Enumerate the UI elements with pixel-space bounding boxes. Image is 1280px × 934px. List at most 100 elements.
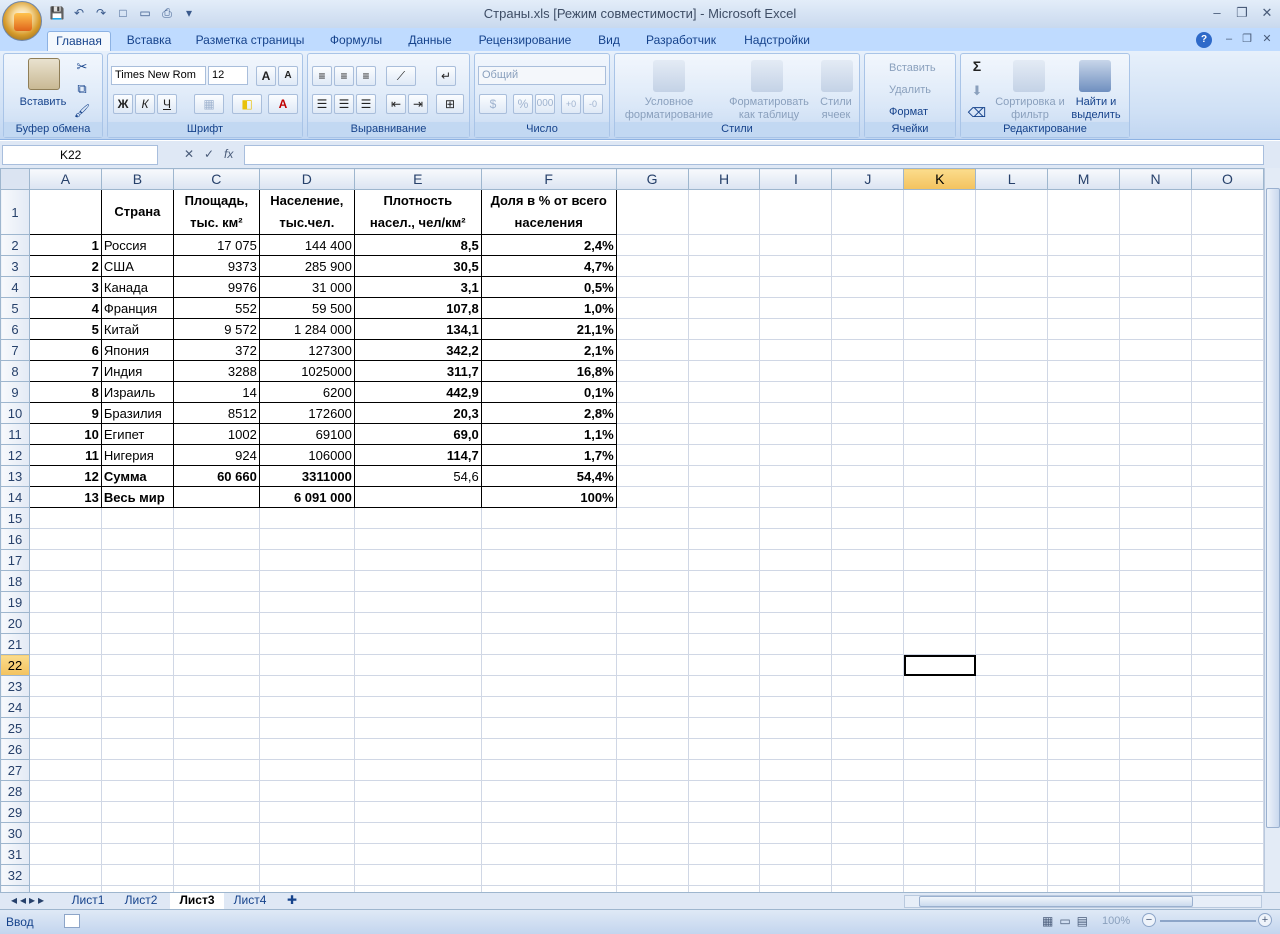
cell[interactable] [1190, 864, 1264, 886]
cell[interactable] [687, 444, 761, 466]
row-header[interactable]: 16 [0, 528, 30, 550]
cell[interactable] [687, 549, 761, 571]
cell[interactable] [1119, 339, 1192, 361]
cell[interactable] [903, 738, 977, 760]
cell[interactable] [975, 570, 1049, 592]
cell[interactable] [1190, 801, 1264, 823]
sheet-tab-1[interactable]: Лист1 [66, 893, 110, 909]
cell-density[interactable]: 69,0 [353, 423, 482, 445]
cell[interactable] [903, 360, 977, 382]
cell[interactable] [353, 864, 482, 886]
cell[interactable] [28, 654, 102, 676]
cell[interactable] [28, 591, 102, 613]
cell-share[interactable]: 54,4% [480, 465, 617, 487]
cell[interactable] [759, 297, 833, 319]
sheet-nav-icon[interactable]: ◂◂▸▸ [4, 893, 54, 909]
cell[interactable] [975, 297, 1049, 319]
cell-density[interactable]: 442,9 [353, 381, 482, 403]
tab-insert[interactable]: Вставка [118, 31, 180, 51]
align-bottom-icon[interactable]: ≡ [356, 66, 376, 86]
cell[interactable] [28, 759, 102, 781]
cell[interactable] [1190, 591, 1264, 613]
cell[interactable] [975, 780, 1049, 802]
cell[interactable] [687, 360, 761, 382]
cell[interactable] [903, 402, 977, 424]
cell[interactable] [687, 654, 761, 676]
cell[interactable] [759, 633, 833, 655]
cell[interactable] [615, 339, 689, 361]
scroll-thumb[interactable] [919, 896, 1193, 907]
cell-country[interactable]: Индия [100, 360, 174, 382]
cell[interactable] [172, 696, 260, 718]
row-header[interactable]: 19 [0, 591, 30, 613]
tab-page-layout[interactable]: Разметка страницы [190, 31, 310, 51]
cell[interactable] [353, 696, 482, 718]
cell[interactable] [1190, 318, 1264, 340]
cell[interactable] [687, 234, 761, 256]
cell[interactable] [480, 612, 617, 634]
cell[interactable] [1047, 360, 1121, 382]
cell[interactable] [759, 696, 833, 718]
cell[interactable] [903, 612, 977, 634]
cell[interactable] [172, 864, 260, 886]
cell-country[interactable]: Китай [100, 318, 174, 340]
cell-population[interactable]: 1025000 [258, 360, 355, 382]
cell[interactable] [903, 528, 977, 550]
underline-button[interactable]: Ч [157, 94, 177, 114]
cell[interactable] [831, 696, 905, 718]
cell[interactable] [258, 507, 355, 529]
row-header[interactable]: 30 [0, 822, 30, 844]
cell[interactable] [1047, 801, 1121, 823]
cell[interactable] [687, 780, 761, 802]
cell[interactable] [1047, 759, 1121, 781]
cell[interactable] [975, 402, 1049, 424]
row-header[interactable]: 11 [0, 423, 30, 445]
cell[interactable] [687, 339, 761, 361]
cell[interactable] [1190, 297, 1264, 319]
cell[interactable] [687, 696, 761, 718]
cell[interactable] [759, 318, 833, 340]
cell[interactable] [615, 822, 689, 844]
cell[interactable] [480, 654, 617, 676]
cell[interactable] [100, 717, 174, 739]
cell[interactable] [1047, 549, 1121, 571]
cell[interactable] [353, 528, 482, 550]
enter-icon[interactable]: ✓ [204, 147, 214, 161]
insert-sheet-icon[interactable]: ✚ [280, 893, 304, 909]
cell-density[interactable]: 54,6 [353, 465, 482, 487]
macro-record-icon[interactable] [64, 914, 80, 928]
cell-density[interactable]: 107,8 [353, 297, 482, 319]
cell[interactable] [1047, 339, 1121, 361]
cell[interactable] [975, 696, 1049, 718]
row-header[interactable]: 15 [0, 507, 30, 529]
cell[interactable] [1119, 549, 1192, 571]
cell-share[interactable]: 2,4% [480, 234, 617, 256]
column-header[interactable]: A [28, 168, 102, 190]
cell-share[interactable]: 100% [480, 486, 617, 508]
cell[interactable] [353, 549, 482, 571]
cell-density[interactable]: 311,7 [353, 360, 482, 382]
cell[interactable] [480, 843, 617, 865]
cell[interactable] [480, 507, 617, 529]
cell[interactable] [1119, 381, 1192, 403]
cell[interactable] [28, 675, 102, 697]
cell[interactable] [903, 801, 977, 823]
decrease-decimal-icon[interactable]: -0 [583, 94, 603, 114]
cell[interactable] [1047, 255, 1121, 277]
cell[interactable] [687, 612, 761, 634]
cell[interactable] [687, 570, 761, 592]
cell[interactable] [1190, 570, 1264, 592]
cell[interactable] [100, 843, 174, 865]
cell-population[interactable]: 1 284 000 [258, 318, 355, 340]
column-header[interactable]: N [1119, 168, 1192, 190]
cell[interactable] [100, 633, 174, 655]
cell[interactable] [687, 423, 761, 445]
cell[interactable] [1119, 423, 1192, 445]
cell[interactable] [831, 234, 905, 256]
cell-number[interactable]: 5 [28, 318, 102, 340]
cell[interactable] [1047, 528, 1121, 550]
column-header[interactable]: L [975, 168, 1049, 190]
cell-number[interactable]: 7 [28, 360, 102, 382]
cell[interactable] [1190, 675, 1264, 697]
cell[interactable] [975, 549, 1049, 571]
